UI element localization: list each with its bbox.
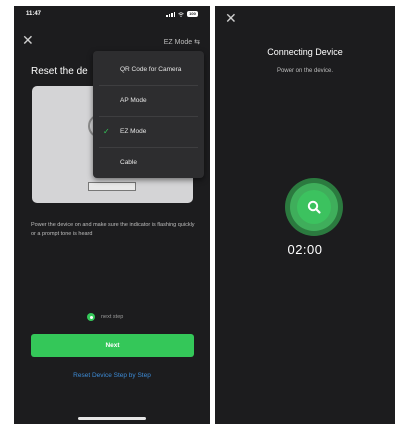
- menu-item-label: Cable: [120, 159, 137, 166]
- close-icon[interactable]: ✕: [22, 34, 34, 48]
- home-indicator: [78, 417, 146, 420]
- status-time: 11:47: [26, 11, 42, 17]
- status-icons: 100: [166, 11, 198, 17]
- wifi-icon: [178, 11, 184, 17]
- menu-item-ez-mode[interactable]: ✓ EZ Mode: [93, 116, 204, 147]
- page-title: Reset the de: [31, 66, 88, 77]
- search-progress-indicator: [285, 178, 343, 236]
- close-icon[interactable]: ✕: [225, 12, 237, 26]
- menu-item-cable[interactable]: Cable: [93, 147, 204, 178]
- search-icon: [307, 200, 321, 214]
- radio-selected-icon[interactable]: [87, 313, 95, 321]
- menu-item-ap-mode[interactable]: AP Mode: [93, 85, 204, 116]
- device-slot-illustration: [88, 182, 136, 191]
- mode-menu: QR Code for Camera AP Mode ✓ EZ Mode Cab…: [93, 51, 204, 178]
- signal-icon: [166, 11, 175, 17]
- page-title: Connecting Device: [267, 47, 343, 57]
- countdown-timer: 02:00: [287, 242, 323, 257]
- status-bar: 11:47 100: [14, 6, 210, 22]
- menu-item-label: AP Mode: [120, 97, 147, 104]
- mode-switch-label: EZ Mode: [163, 38, 193, 46]
- search-inner: [297, 190, 331, 224]
- battery-icon: 100: [187, 11, 198, 17]
- right-screen: ✕ Connecting Device Power on the device.…: [215, 6, 395, 424]
- reset-device-link[interactable]: Reset Device Step by Step: [14, 372, 210, 379]
- next-button[interactable]: Next: [31, 334, 194, 357]
- left-screen: 11:47 100 ✕ EZ Mode ⇆ Reset the de QR Co…: [14, 6, 210, 424]
- mode-switch-button[interactable]: EZ Mode ⇆: [163, 38, 200, 47]
- page-subtitle: Power on the device.: [276, 68, 334, 74]
- next-step-checkbox-row[interactable]: next step: [87, 313, 123, 321]
- check-icon: ✓: [103, 127, 110, 136]
- swap-icon: ⇆: [194, 39, 200, 46]
- instruction-text: Power the device on and make sure the in…: [31, 222, 195, 237]
- menu-item-label: EZ Mode: [120, 128, 147, 135]
- next-step-label: next step: [101, 314, 124, 320]
- menu-item-qr-code[interactable]: QR Code for Camera: [93, 54, 204, 85]
- menu-item-label: QR Code for Camera: [120, 66, 182, 73]
